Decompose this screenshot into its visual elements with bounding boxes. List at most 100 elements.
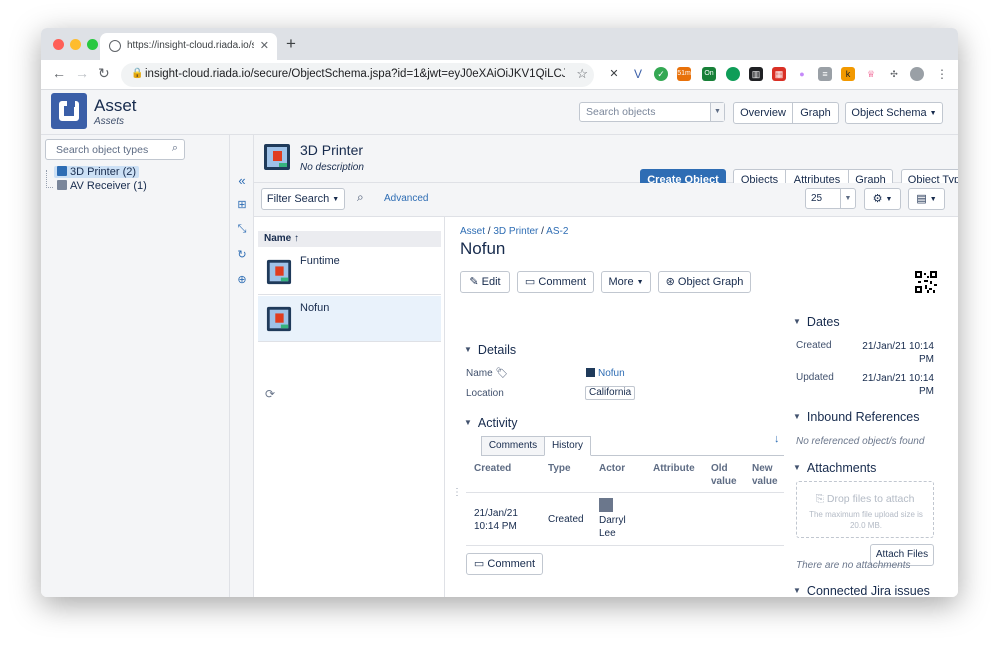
extension-chat-icon[interactable] bbox=[726, 67, 740, 81]
tree-item-av-receiver[interactable]: AV Receiver (1) bbox=[57, 180, 147, 193]
jira-section-toggle[interactable]: ▼ Connected Jira issues bbox=[793, 584, 930, 597]
forward-icon[interactable]: → bbox=[75, 65, 89, 81]
advanced-search-link[interactable]: Advanced bbox=[384, 193, 428, 204]
hierarchy-icon[interactable]: ⊞ bbox=[235, 198, 249, 212]
refresh-icon[interactable]: ↻ bbox=[235, 248, 249, 262]
add-comment-button[interactable]: ▭ Comment bbox=[466, 553, 543, 575]
activity-heading: Activity bbox=[477, 416, 518, 430]
extension-on-icon[interactable]: On bbox=[702, 67, 716, 81]
tab-comments[interactable]: Comments bbox=[481, 436, 545, 456]
add-object-type-icon[interactable]: ⊕ bbox=[235, 273, 249, 287]
list-item-selected[interactable]: Nofun bbox=[258, 296, 441, 342]
3d-printer-icon bbox=[264, 144, 290, 170]
browser-tab[interactable]: https://insight-cloud.riada.io/s ✕ bbox=[100, 33, 277, 60]
minimize-window-button[interactable] bbox=[70, 39, 81, 50]
qr-code-icon[interactable] bbox=[915, 271, 937, 293]
graph-button[interactable]: Graph bbox=[792, 102, 839, 124]
tab-history[interactable]: History bbox=[544, 436, 591, 456]
extension-cookie-icon[interactable]: ● bbox=[795, 67, 809, 81]
chevron-down-icon[interactable]: ▼ bbox=[710, 103, 724, 121]
extension-green-icon[interactable]: ✓ bbox=[654, 67, 668, 81]
overview-button[interactable]: Overview bbox=[733, 102, 793, 124]
breadcrumb-type[interactable]: 3D Printer bbox=[493, 226, 538, 237]
back-icon[interactable]: ← bbox=[52, 65, 66, 81]
load-more-icon[interactable]: ⟳ bbox=[265, 387, 275, 401]
breadcrumb-key[interactable]: AS-2 bbox=[546, 226, 568, 237]
resize-handle-icon[interactable]: ⋮ bbox=[452, 487, 462, 498]
profile-avatar-icon[interactable] bbox=[910, 67, 924, 81]
updated-value: 21/Jan/21 10:14 PM bbox=[862, 373, 934, 397]
filter-search-menu[interactable]: Filter Search ▼ bbox=[261, 188, 345, 210]
extension-k-icon[interactable]: k bbox=[841, 67, 855, 81]
search-icon[interactable]: ⌕ bbox=[172, 142, 178, 155]
name-value[interactable]: Nofun bbox=[586, 368, 625, 379]
object-list: Name ↑ Funtime Nofun ⟳ bbox=[254, 217, 445, 597]
layout-icon: ▤ bbox=[916, 193, 927, 205]
extension-stack-icon[interactable]: ≡ bbox=[818, 67, 832, 81]
search-object-types-input[interactable]: Search object types ⌕ bbox=[45, 139, 185, 160]
reload-icon[interactable]: ↻ bbox=[98, 65, 110, 82]
filter-search-label: Filter Search bbox=[266, 193, 330, 205]
new-tab-button[interactable]: + bbox=[286, 34, 296, 54]
extension-m-icon[interactable]: ▥ bbox=[749, 67, 763, 81]
dates-section-toggle[interactable]: ▼ Dates bbox=[793, 315, 840, 329]
attachment-dropzone[interactable]: ⎘ Drop files to attach The maximum file … bbox=[796, 481, 934, 538]
attachments-section-toggle[interactable]: ▼ Attachments bbox=[793, 461, 876, 475]
history-type-value: Created bbox=[548, 514, 584, 525]
extension-v-icon[interactable]: V bbox=[631, 67, 645, 81]
breadcrumb-schema[interactable]: Asset bbox=[460, 226, 485, 237]
browser-menu-icon[interactable]: ⋮ bbox=[935, 67, 949, 81]
edit-button[interactable]: ✎ Edit bbox=[460, 271, 510, 293]
object-schema-menu[interactable]: Object Schema ▼ bbox=[845, 102, 943, 124]
compress-icon[interactable]: ⤡ bbox=[235, 223, 249, 237]
updated-label: Updated bbox=[796, 372, 834, 383]
extension-grid-icon[interactable]: ▦ bbox=[772, 67, 786, 81]
object-graph-button[interactable]: ⊛ Object Graph bbox=[658, 271, 751, 293]
details-section-toggle[interactable]: ▼ Details bbox=[464, 343, 516, 357]
more-menu[interactable]: More ▼ bbox=[601, 271, 651, 293]
tree-item-label: 3D Printer (2) bbox=[70, 166, 137, 178]
history-col-attribute: Attribute bbox=[653, 463, 695, 474]
address-bar[interactable]: 🔒 insight-cloud.riada.io/secure/ObjectSc… bbox=[121, 63, 594, 87]
chevron-down-icon: ▼ bbox=[793, 586, 801, 595]
logo-notch bbox=[67, 97, 75, 107]
lock-icon: 🔒 bbox=[131, 68, 144, 79]
arrow-down-icon[interactable]: ↓ bbox=[774, 433, 780, 445]
3d-printer-icon bbox=[266, 259, 292, 285]
add-comment-label: Comment bbox=[487, 558, 536, 570]
chevron-down-icon: ▼ bbox=[840, 189, 855, 208]
search-icon[interactable]: ⌕ bbox=[357, 190, 364, 205]
tree-item-3d-printer[interactable]: 3D Printer (2) bbox=[54, 166, 140, 179]
sidebar-tools: « ⊞ ⤡ ↻ ⊕ bbox=[230, 135, 254, 597]
page-size-select[interactable]: 25 ▼ bbox=[805, 188, 856, 209]
extension-crown-icon[interactable]: ♕ bbox=[864, 67, 878, 81]
mute-icon[interactable]: ✕ bbox=[607, 67, 621, 81]
chevron-down-icon: ▼ bbox=[929, 196, 937, 203]
search-objects-input[interactable]: Search objects ▼ bbox=[579, 102, 725, 122]
activity-section-toggle[interactable]: ▼ Activity bbox=[464, 416, 518, 430]
sort-arrow-icon: ↑ bbox=[294, 233, 300, 244]
list-item-name: Funtime bbox=[300, 255, 340, 267]
collapse-sidebar-icon[interactable]: « bbox=[235, 173, 249, 188]
list-column-header[interactable]: Name ↑ bbox=[258, 231, 441, 247]
name-column-label: Name bbox=[264, 233, 292, 244]
maximize-window-button[interactable] bbox=[87, 39, 98, 50]
extensions-puzzle-icon[interactable]: ✣ bbox=[887, 67, 901, 81]
asset-logo[interactable] bbox=[51, 93, 87, 129]
close-tab-icon[interactable]: ✕ bbox=[260, 39, 269, 52]
history-actor-link[interactable]: Darryl Lee bbox=[599, 514, 633, 540]
browser-toolbar: ← → ↻ 🔒 insight-cloud.riada.io/secure/Ob… bbox=[41, 60, 958, 90]
close-window-button[interactable] bbox=[53, 39, 64, 50]
inbound-section-toggle[interactable]: ▼ Inbound References bbox=[793, 410, 920, 424]
view-toggle-menu[interactable]: ▤ ▼ bbox=[908, 188, 945, 210]
page-size-value: 25 bbox=[811, 193, 823, 204]
list-item[interactable]: Funtime bbox=[258, 249, 441, 295]
upload-limit-text: The maximum file upload size is 20.0 MB. bbox=[809, 510, 923, 530]
settings-menu[interactable]: ⚙ ▼ bbox=[864, 188, 901, 210]
extension-timer-icon[interactable]: 51m bbox=[677, 67, 691, 81]
bookmark-star-icon[interactable]: ☆ bbox=[576, 66, 588, 82]
jira-heading: Connected Jira issues bbox=[806, 584, 930, 597]
comment-button[interactable]: ▭ Comment bbox=[517, 271, 594, 293]
chevron-down-icon: ▼ bbox=[464, 345, 472, 354]
history-col-new-value: New value bbox=[752, 463, 778, 487]
